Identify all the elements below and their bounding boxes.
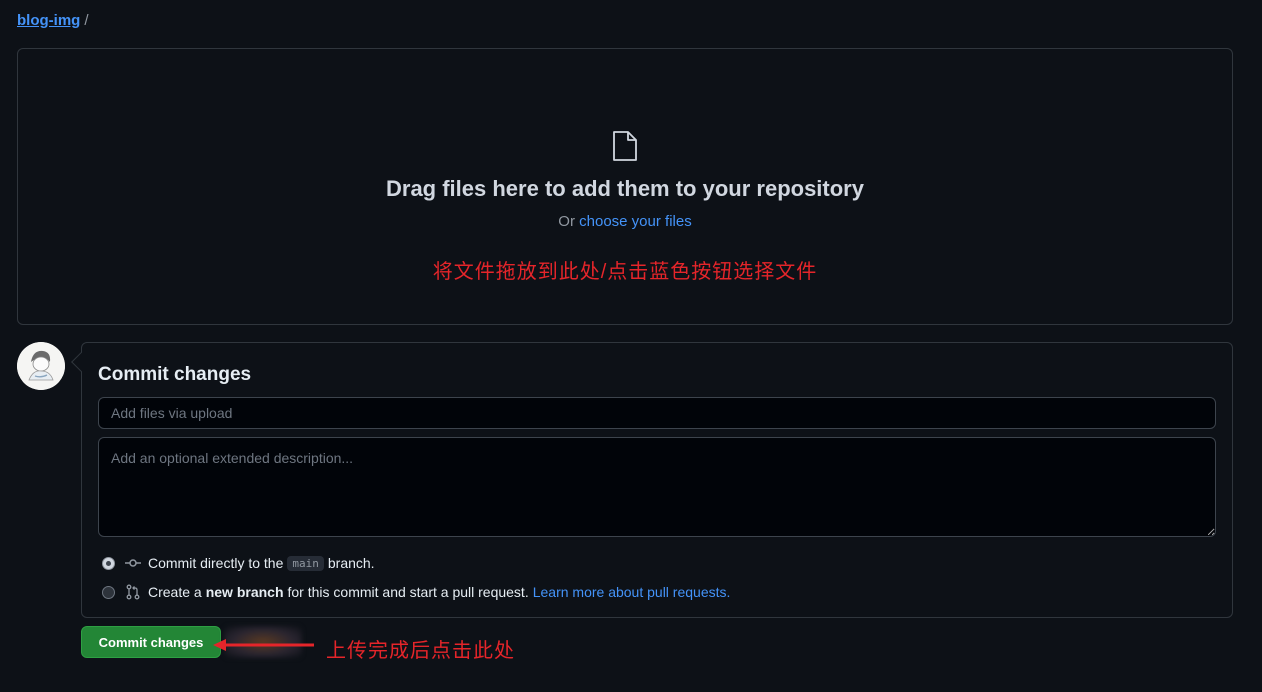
option-new-prefix: Create a	[148, 584, 202, 600]
option-new-bold: new branch	[205, 584, 284, 600]
commit-panel: Commit changes Commit directly to the ma…	[71, 342, 1233, 618]
file-icon	[613, 131, 637, 161]
commit-title: Commit changes	[98, 364, 252, 385]
commit-description-input[interactable]	[98, 437, 1216, 537]
drop-sub-prefix: Or	[558, 213, 575, 230]
branch-name: main	[287, 555, 324, 571]
breadcrumb: blog-img /	[17, 11, 89, 31]
commit-summary-input[interactable]	[98, 397, 1216, 429]
git-commit-icon	[125, 559, 141, 567]
option-direct-prefix: Commit directly to the	[148, 555, 284, 571]
avatar	[17, 342, 65, 390]
drop-subtitle: Or choose your files	[18, 213, 1232, 230]
panel-caret	[71, 352, 91, 372]
option-commit-direct[interactable]: Commit directly to the main branch.	[102, 553, 375, 573]
repo-link[interactable]: blog-img	[17, 12, 80, 29]
breadcrumb-separator: /	[84, 12, 89, 29]
file-drop-zone[interactable]: Drag files here to add them to your repo…	[17, 48, 1233, 325]
avatar-illustration-icon	[17, 342, 65, 390]
choose-files-link[interactable]: choose your files	[579, 213, 692, 230]
learn-more-link[interactable]: Learn more about pull requests.	[533, 584, 731, 600]
annotation-drop: 将文件拖放到此处/点击蓝色按钮选择文件	[432, 261, 818, 283]
option-new-middle: for this commit and start a pull request…	[287, 584, 529, 600]
radio-commit-direct[interactable]	[102, 556, 115, 570]
commit-changes-button[interactable]: Commit changes	[81, 626, 221, 658]
option-new-branch[interactable]: Create a new branch for this commit and …	[102, 582, 730, 602]
option-direct-suffix: branch.	[327, 555, 375, 571]
git-pull-request-icon	[126, 584, 140, 600]
drop-title: Drag files here to add them to your repo…	[386, 176, 864, 201]
radio-new-branch[interactable]	[102, 585, 115, 599]
annotation-arrow-icon	[213, 639, 314, 651]
annotation-commit: 上传完成后点击此处	[326, 640, 515, 662]
